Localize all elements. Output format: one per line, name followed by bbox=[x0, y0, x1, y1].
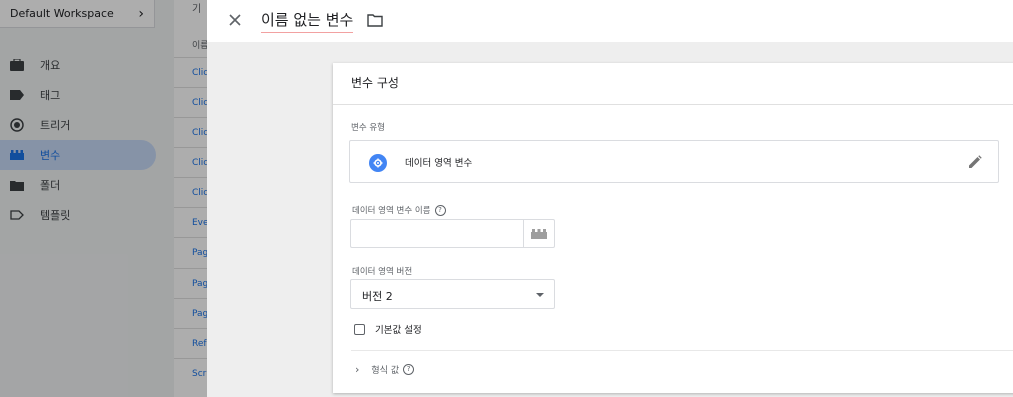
close-icon bbox=[229, 14, 241, 26]
variable-type-label: 변수 유형 bbox=[351, 123, 385, 133]
default-value-label: 기본값 설정 bbox=[375, 325, 422, 336]
folder-button[interactable] bbox=[367, 12, 385, 30]
card-title: 변수 구성 bbox=[351, 76, 399, 90]
variable-type-selector[interactable]: 데이터 영역 변수 bbox=[349, 140, 999, 183]
variable-editor-sheet: 이름 없는 변수 변수 구성 변수 유형 데이터 영역 변수 데이터 영역 변수… bbox=[207, 0, 1013, 397]
variable-name-title[interactable]: 이름 없는 변수 bbox=[261, 9, 354, 33]
gear-icon bbox=[369, 154, 387, 172]
variable-configuration-card: 변수 구성 변수 유형 데이터 영역 변수 데이터 영역 변수 이름? 데이터 … bbox=[333, 63, 1013, 393]
help-icon[interactable]: ? bbox=[403, 364, 415, 375]
help-icon[interactable]: ? bbox=[434, 205, 446, 216]
dl-name-label-text: 데이터 영역 변수 이름 bbox=[352, 206, 431, 216]
folder-outline-icon bbox=[367, 14, 383, 27]
default-value-checkbox[interactable] bbox=[354, 323, 365, 335]
format-value-toggle[interactable]: › 형식 값? bbox=[355, 363, 415, 376]
dl-version-value: 버전 2 bbox=[362, 290, 393, 303]
chevron-right-icon: › bbox=[355, 363, 360, 376]
modal-scrim[interactable] bbox=[0, 0, 207, 397]
insert-variable-button[interactable] bbox=[523, 219, 555, 248]
format-value-label: 형식 값 bbox=[371, 366, 400, 376]
divider bbox=[333, 104, 1013, 105]
dl-version-select[interactable]: 버전 2 bbox=[350, 279, 555, 309]
variable-picker-icon bbox=[531, 228, 547, 239]
divider bbox=[351, 350, 1013, 351]
dropdown-arrow-icon bbox=[536, 293, 544, 297]
pencil-icon[interactable] bbox=[968, 154, 984, 170]
editor-header: 이름 없는 변수 bbox=[207, 0, 1013, 42]
dl-variable-name-input[interactable] bbox=[350, 219, 524, 248]
variable-type-value: 데이터 영역 변수 bbox=[405, 158, 473, 169]
default-value-checkbox-row[interactable]: 기본값 설정 bbox=[354, 322, 422, 336]
dl-version-label: 데이터 영역 버전 bbox=[352, 267, 413, 277]
dl-name-label: 데이터 영역 변수 이름? bbox=[352, 204, 446, 216]
close-button[interactable] bbox=[225, 10, 245, 30]
